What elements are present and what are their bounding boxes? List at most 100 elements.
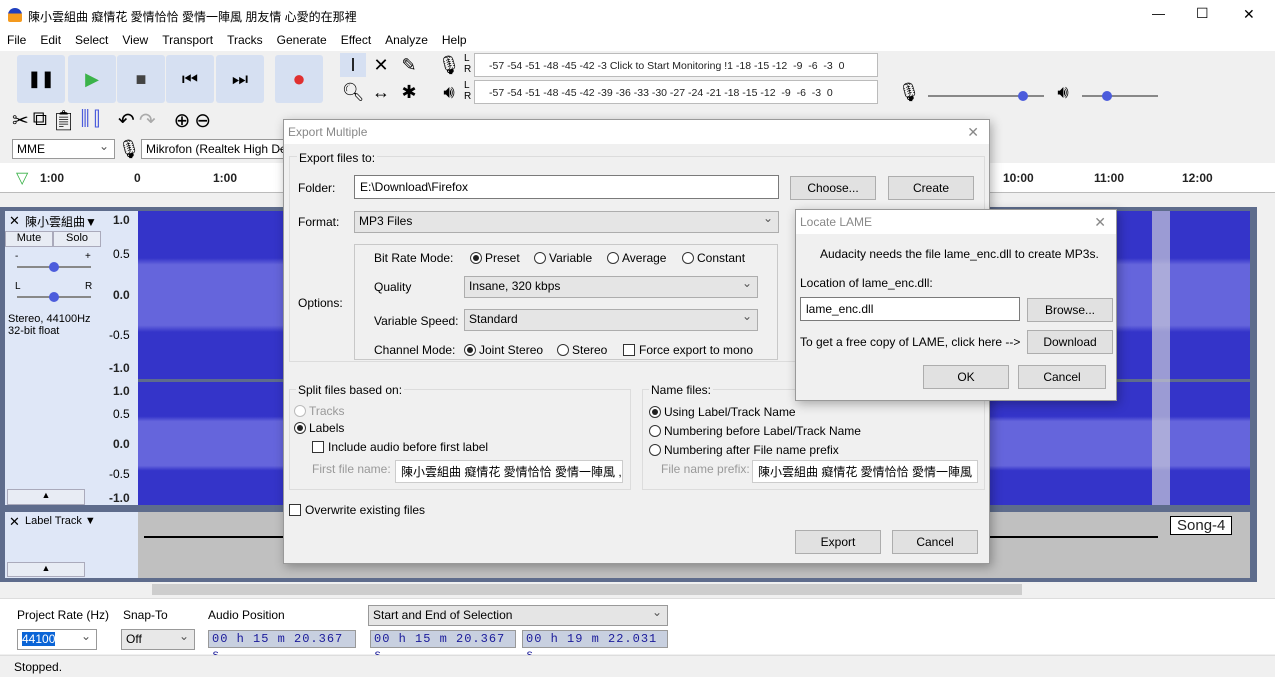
solo-button[interactable]: Solo [53,231,101,247]
zoom-in-icon[interactable]: ⊕ [174,108,191,133]
record-button[interactable]: ● [275,55,323,103]
zoom-out-icon[interactable]: ⊖ [194,108,211,133]
output-volume-slider[interactable] [1082,91,1158,101]
include-audio-checkbox[interactable]: Include audio before first label [312,440,488,454]
pan-slider[interactable] [17,292,91,302]
undo-icon[interactable]: ↶ [118,108,135,133]
slider-thumb[interactable] [1018,91,1029,101]
track-control-panel[interactable]: ✕ 陳小雲組曲▼ Mute Solo - + L R Stereo, 44100… [5,211,101,505]
project-rate-select[interactable]: 44100 [17,627,97,650]
input-volume-slider[interactable] [928,91,1044,101]
variable-speed-select[interactable]: Standard [464,307,758,331]
trim-icon[interactable]: ⫼ [80,108,89,133]
gain-slider[interactable] [17,262,91,272]
horizontal-scrollbar[interactable] [138,582,1258,597]
menu-help[interactable]: Help [435,32,474,51]
skip-start-button[interactable]: ⏮ [166,55,214,103]
label-track-menu[interactable]: Label Track ▼ [25,515,96,527]
browse-button[interactable]: Browse... [1027,298,1113,322]
lame-cancel-button[interactable]: Cancel [1018,365,1106,389]
format-select[interactable]: MP3 Files [354,209,779,233]
cut-icon[interactable]: ✂ [12,108,29,133]
name-numbering-before-radio[interactable]: Numbering before Label/Track Name [649,424,861,438]
speaker-icon[interactable]: 🔊︎ [436,80,462,104]
choose-button[interactable]: Choose... [790,176,876,200]
selection-mode-select[interactable]: Start and End of Selection [368,603,668,626]
record-meter[interactable]: -57 -54 -51 -48 -45 -42 -3 Click to Star… [474,53,878,77]
lame-ok-button[interactable]: OK [923,365,1009,389]
name-numbering-after-radio[interactable]: Numbering after File name prefix [649,443,839,457]
minimize-button[interactable]: — [1152,6,1165,21]
input-device-select[interactable]: Mikrofon (Realtek High De [141,137,291,159]
lame-close-button[interactable]: ✕ [1094,210,1106,234]
download-button[interactable]: Download [1027,330,1113,354]
joint-stereo-radio[interactable]: Joint Stereo [464,343,543,357]
label-track-panel[interactable]: ✕ Label Track ▼ ▲ [5,512,101,578]
overwrite-checkbox[interactable]: Overwrite existing files [289,503,425,517]
menu-generate[interactable]: Generate [270,32,334,51]
vertical-scale: 1.0 0.5 0.0 -0.5 -1.0 1.0 0.5 0.0 -0.5 -… [101,211,138,505]
draw-tool-icon[interactable]: ✎ [396,53,422,77]
stop-button[interactable]: ■ [117,55,165,103]
play-button[interactable]: ▶ [68,55,116,103]
folder-input[interactable]: E:\Download\Firefox [354,175,779,199]
split-labels-radio[interactable]: Labels [294,421,344,435]
menu-effect[interactable]: Effect [334,32,378,51]
audio-position-field[interactable]: 00 h 15 m 20.367 s [208,630,356,662]
vertical-scrollbar[interactable] [1258,207,1275,597]
skip-end-button[interactable]: ⏭ [216,55,264,103]
label-song-4[interactable]: Song-4 [1170,516,1233,535]
redo-icon[interactable]: ↷ [139,108,156,133]
collapse-label-track-button[interactable]: ▲ [7,562,85,577]
bitrate-constant-radio[interactable]: Constant [682,251,745,265]
menu-file[interactable]: File [0,32,33,51]
force-mono-checkbox[interactable]: Force export to mono [623,343,753,357]
multi-tool-icon[interactable]: ✱ [396,80,422,104]
split-tracks-radio[interactable]: Tracks [294,404,345,418]
name-using-label-radio[interactable]: Using Label/Track Name [649,405,796,419]
quality-select[interactable]: Insane, 320 kbps [464,274,758,298]
menu-analyze[interactable]: Analyze [378,32,435,51]
snap-to-select[interactable]: Off [121,627,195,650]
microphone-icon[interactable]: 🎙︎ [436,53,462,77]
silence-icon[interactable]: ⫿ [94,108,100,133]
export-button[interactable]: Export [795,530,881,554]
prefix-input[interactable]: 陳小雲組曲 癡情花 愛情恰恰 愛情一陣風 [752,460,978,483]
label-track-close-icon[interactable]: ✕ [9,514,20,530]
export-to-label: Export files to: [297,151,378,165]
pause-button[interactable]: ❚❚ [17,55,65,103]
selection-tool-icon[interactable]: I [340,53,366,77]
menu-select[interactable]: Select [68,32,115,51]
menu-edit[interactable]: Edit [33,32,68,51]
create-button[interactable]: Create [888,176,974,200]
paste-icon[interactable]: 📋︎ [51,108,76,133]
menu-view[interactable]: View [115,32,155,51]
bitrate-variable-radio[interactable]: Variable [534,251,592,265]
first-file-input[interactable]: 陳小雲組曲 癡情花 愛情恰恰 愛情一陣風 , [395,460,623,483]
mute-button[interactable]: Mute [5,231,53,247]
stereo-radio[interactable]: Stereo [557,343,607,357]
maximize-button[interactable]: ☐ [1196,5,1209,22]
export-cancel-button[interactable]: Cancel [892,530,978,554]
track-name-menu[interactable]: 陳小雲組曲▼ [25,213,97,230]
bitrate-average-radio[interactable]: Average [607,251,666,265]
menu-tracks[interactable]: Tracks [220,32,270,51]
copy-icon[interactable]: ⧉ [33,108,47,133]
slider-thumb[interactable] [1102,91,1113,101]
selection-end-field[interactable]: 00 h 19 m 22.031 s [522,630,668,662]
export-close-button[interactable]: ✕ [967,120,979,144]
audio-host-select[interactable]: MME [12,137,115,159]
zoom-tool-icon[interactable]: 🔍︎ [340,80,366,104]
menu-transport[interactable]: Transport [155,32,220,51]
collapse-track-button[interactable]: ▲ [7,489,85,505]
playback-meter[interactable]: -57 -54 -51 -48 -45 -42 -39 -36 -33 -30 … [474,80,878,104]
play-head-icon[interactable]: ▽ [16,168,28,188]
start-monitoring-prompt[interactable]: Click to Start Monitoring [610,60,721,72]
envelope-tool-icon[interactable]: ✕ [368,53,394,77]
close-button[interactable]: ✕ [1243,6,1255,23]
lame-location-input[interactable]: lame_enc.dll [800,297,1020,321]
selection-start-field[interactable]: 00 h 15 m 20.367 s [370,630,516,662]
track-close-icon[interactable]: ✕ [9,213,20,229]
bitrate-preset-radio[interactable]: Preset [470,251,520,265]
timeshift-tool-icon[interactable]: ↔ [368,80,394,104]
